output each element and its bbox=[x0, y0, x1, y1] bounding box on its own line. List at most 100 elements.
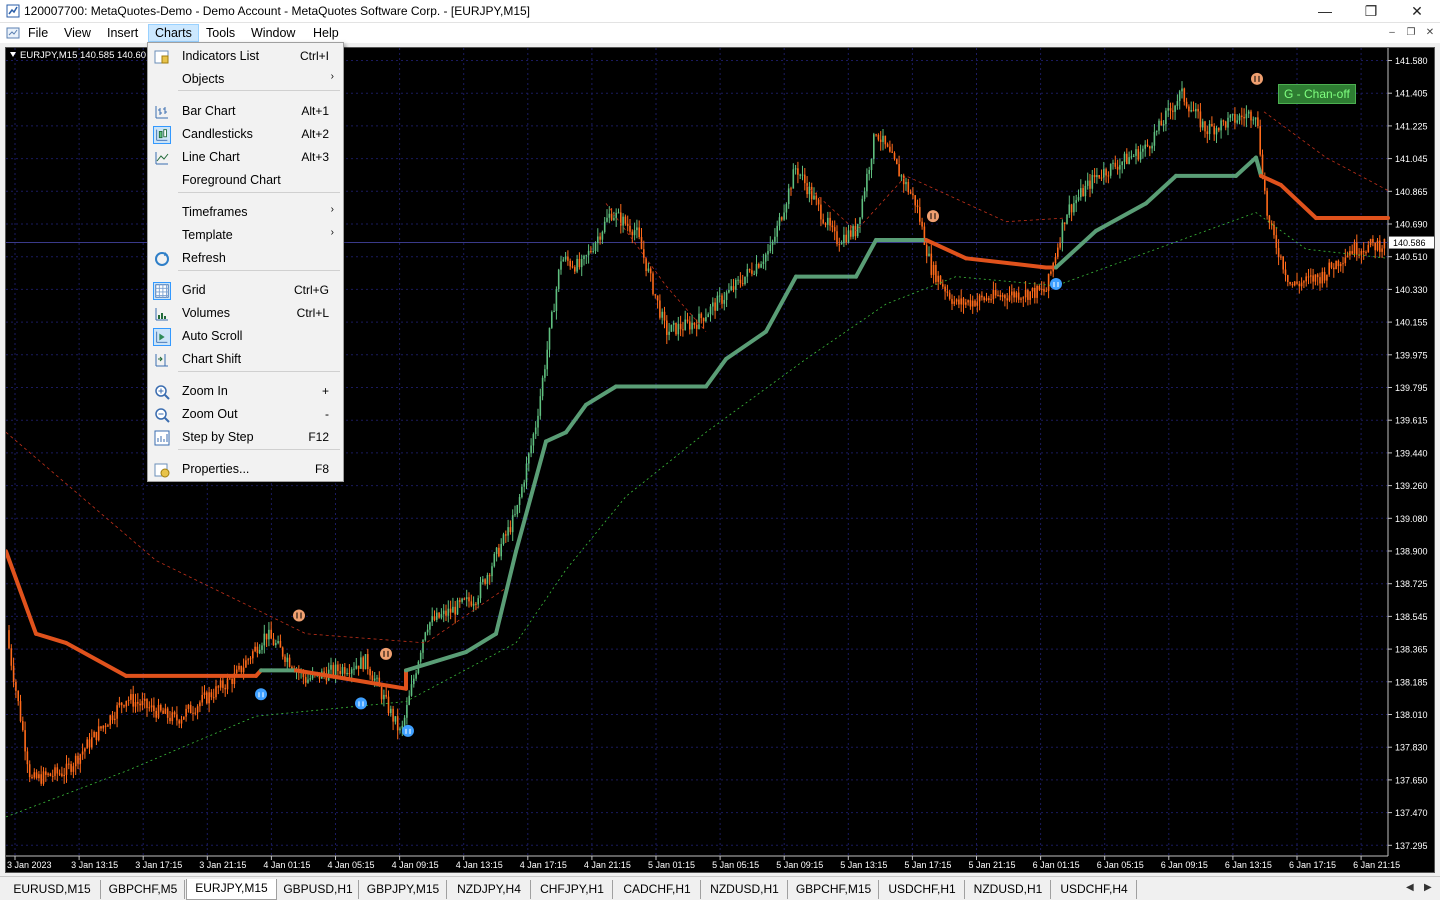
candle-body bbox=[787, 188, 790, 205]
menu-item-indicators-list[interactable]: Indicators List Ctrl+I bbox=[149, 45, 342, 67]
menu-item-chart-shift[interactable]: Chart Shift bbox=[149, 348, 342, 370]
menu-item-foreground-chart[interactable]: Foreground Chart bbox=[149, 169, 342, 191]
menu-item-step-by-step[interactable]: Step by Step F12 bbox=[149, 426, 342, 448]
menu-help[interactable]: Help bbox=[307, 24, 345, 42]
candle-body bbox=[622, 216, 624, 226]
candle-body bbox=[670, 324, 673, 332]
candle-body bbox=[1197, 108, 1199, 112]
menu-window[interactable]: Window bbox=[245, 24, 301, 42]
candle-body bbox=[493, 553, 496, 567]
collapse-triangle-icon[interactable] bbox=[10, 52, 16, 57]
candle-body bbox=[1245, 113, 1248, 119]
menu-item-label: Refresh bbox=[182, 251, 226, 265]
chart-tab-bar: EURUSD,M15 GBPCHF,M5 EURJPY,M15 GBPUSD,H1 GB… bbox=[0, 876, 1440, 900]
candle-body bbox=[330, 665, 332, 670]
menu-view[interactable]: View bbox=[58, 24, 97, 42]
tab-nzdusd-h1[interactable]: NZDUSD,H1 bbox=[702, 880, 788, 899]
tab-nzdusd-h1[interactable]: NZDUSD,H1 bbox=[966, 880, 1051, 899]
chandelier-stop-line bbox=[494, 549, 518, 636]
tab-usdchf-h1[interactable]: USDCHF,H1 bbox=[880, 880, 965, 899]
mdi-restore-button[interactable]: ❐ bbox=[1403, 26, 1419, 40]
menu-item-auto-scroll[interactable]: Auto Scroll bbox=[149, 325, 342, 347]
chart-window-icon[interactable] bbox=[6, 26, 20, 40]
tab-scroll-left-icon[interactable]: ◀ bbox=[1406, 882, 1414, 893]
candle-body bbox=[26, 751, 29, 765]
menu-tools[interactable]: Tools bbox=[200, 24, 241, 42]
candle-body bbox=[1169, 108, 1172, 111]
tab-scroll-right-icon[interactable]: ▶ bbox=[1424, 882, 1432, 893]
candle-body bbox=[866, 173, 868, 192]
menu-item-bar-chart[interactable]: Bar Chart Alt+1 bbox=[149, 100, 342, 122]
menu-item-objects[interactable]: Objects › bbox=[149, 68, 342, 90]
tab-gbpusd-h1[interactable]: GBPUSD,H1 bbox=[278, 880, 359, 899]
candle-body bbox=[445, 610, 447, 616]
close-button[interactable]: ✕ bbox=[1394, 0, 1440, 23]
candle-body bbox=[279, 641, 282, 648]
mdi-close-button[interactable]: ✕ bbox=[1422, 26, 1438, 40]
menu-item-label: Candlesticks bbox=[182, 127, 253, 141]
menu-insert[interactable]: Insert bbox=[101, 24, 144, 42]
candle-body bbox=[560, 261, 562, 270]
candle-body bbox=[969, 300, 972, 307]
candle-body bbox=[1027, 290, 1029, 300]
tab-gbpjpy-m15[interactable]: GBPJPY,M15 bbox=[360, 880, 447, 899]
candle-body bbox=[1142, 148, 1144, 152]
candle-body bbox=[97, 726, 100, 741]
candle-body bbox=[698, 313, 700, 329]
candle-body bbox=[1342, 263, 1344, 265]
candle-body bbox=[1091, 174, 1094, 189]
candle-body bbox=[449, 608, 452, 613]
candle-body bbox=[785, 204, 788, 213]
candle-body bbox=[238, 665, 240, 670]
tab-eurjpy-m15[interactable]: EURJPY,M15 bbox=[186, 879, 277, 900]
candle-body bbox=[649, 268, 652, 274]
candle-body bbox=[546, 349, 548, 370]
candle-body bbox=[976, 301, 979, 306]
tab-nzdjpy-h4[interactable]: NZDJPY,H4 bbox=[448, 880, 531, 899]
candle-body bbox=[817, 199, 820, 205]
mdi-minimize-button[interactable]: – bbox=[1384, 26, 1400, 40]
candle-body bbox=[353, 668, 355, 670]
title-bar: 120007700: MetaQuotes-Demo - Demo Accoun… bbox=[0, 0, 1440, 23]
tab-eurusd-m15[interactable]: EURUSD,M15 bbox=[4, 880, 101, 899]
menu-item-properties[interactable]: Properties... F8 bbox=[149, 458, 342, 480]
candle-body bbox=[942, 284, 944, 287]
menu-item-candlesticks[interactable]: Candlesticks Alt+2 bbox=[149, 123, 342, 145]
menu-item-refresh[interactable]: Refresh bbox=[149, 247, 342, 269]
tab-usdchf-h4[interactable]: USDCHF,H4 bbox=[1052, 880, 1137, 899]
menu-item-grid[interactable]: Grid Ctrl+G bbox=[149, 279, 342, 301]
candle-body bbox=[585, 255, 588, 257]
tab-chfjpy-h1[interactable]: CHFJPY,H1 bbox=[532, 880, 613, 899]
menu-item-zoom-in[interactable]: Zoom In + bbox=[149, 380, 342, 402]
menu-item-volumes[interactable]: Volumes Ctrl+L bbox=[149, 302, 342, 324]
price-tick-label: 141.580 bbox=[1395, 56, 1428, 66]
tab-gbpchf-m15[interactable]: GBPCHF,M15 bbox=[789, 880, 879, 899]
candle-body bbox=[1040, 288, 1043, 290]
candle-body bbox=[716, 295, 719, 311]
candle-body bbox=[116, 705, 118, 719]
candle-body bbox=[1001, 295, 1004, 297]
time-tick-label: 6 Jan 17:15 bbox=[1289, 860, 1336, 870]
tab-gbpchf-m5[interactable]: GBPCHF,M5 bbox=[102, 880, 185, 899]
candle-body bbox=[829, 217, 831, 226]
candle-body bbox=[31, 777, 33, 779]
candle-body bbox=[852, 226, 854, 237]
candle-body bbox=[889, 146, 891, 152]
menu-charts[interactable]: Charts bbox=[148, 24, 199, 42]
menu-item-timeframes[interactable]: Timeframes › bbox=[149, 201, 342, 223]
candle-body bbox=[912, 193, 914, 196]
maximize-button[interactable]: ❐ bbox=[1348, 0, 1394, 23]
candle-body bbox=[413, 678, 415, 685]
menu-file[interactable]: File bbox=[22, 24, 54, 42]
minimize-button[interactable]: — bbox=[1302, 0, 1348, 23]
candle-body bbox=[1220, 120, 1222, 131]
menu-item-line-chart[interactable]: Line Chart Alt+3 bbox=[149, 146, 342, 168]
tab-cadchf-h1[interactable]: CADCHF,H1 bbox=[614, 880, 701, 899]
candle-body bbox=[54, 767, 56, 776]
candle-body bbox=[587, 250, 590, 256]
menu-item-template[interactable]: Template › bbox=[149, 224, 342, 246]
candle-body bbox=[183, 716, 185, 720]
candle-body bbox=[1192, 110, 1195, 112]
menu-item-zoom-out[interactable]: Zoom Out - bbox=[149, 403, 342, 425]
candle-body bbox=[17, 690, 19, 702]
